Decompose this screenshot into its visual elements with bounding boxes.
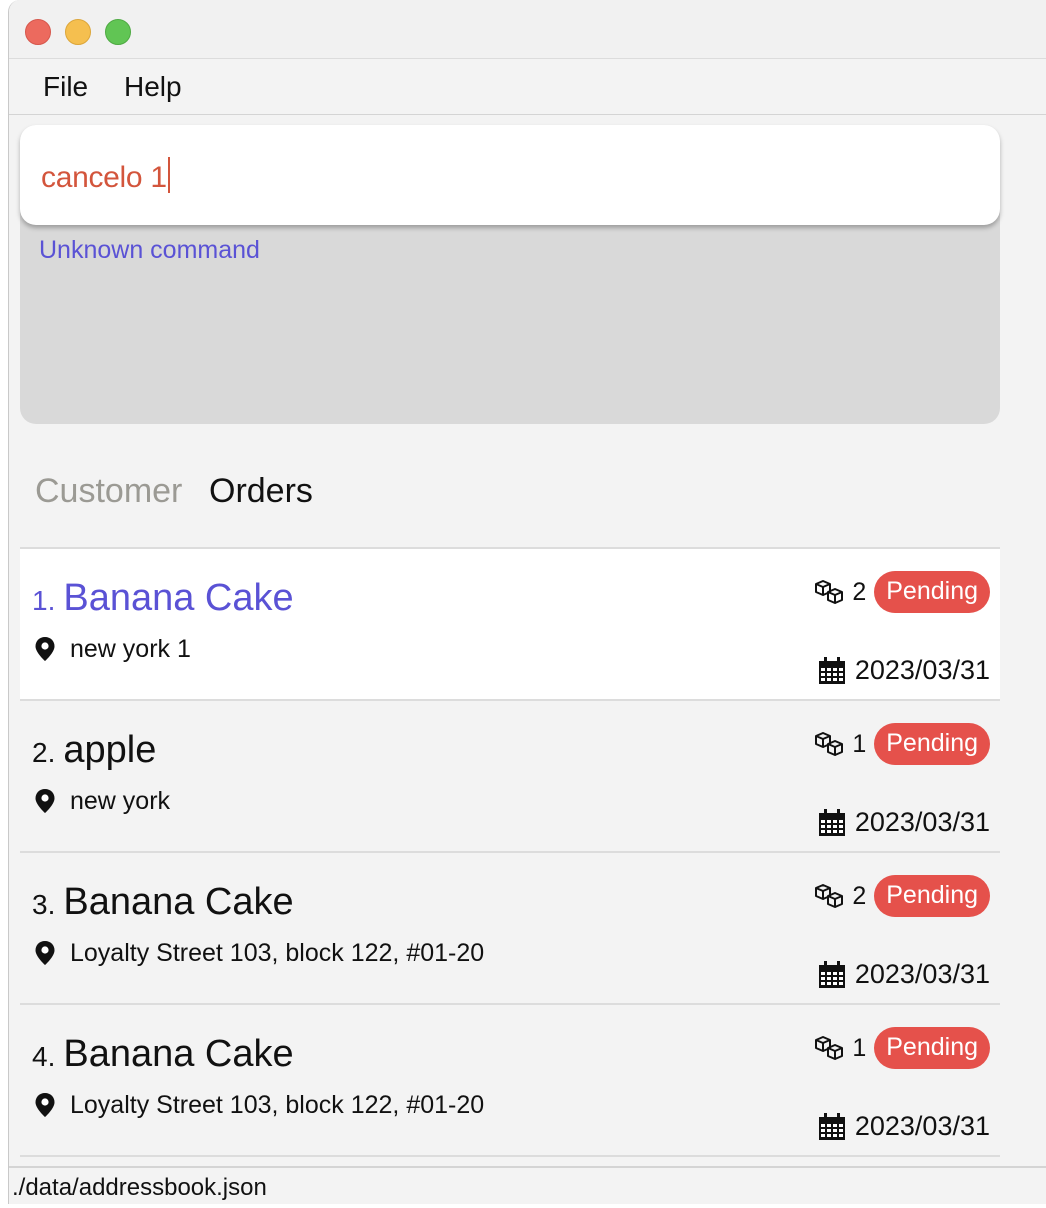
order-date: 2023/03/31 — [854, 1111, 990, 1141]
order-index: 3. — [32, 889, 56, 920]
order-address: Loyalty Street 103, block 122, #01-20 — [70, 1091, 485, 1119]
window-edge — [0, 1204, 1046, 1208]
order-address-row: new york — [34, 787, 170, 816]
order-index: 4. — [32, 1041, 56, 1072]
tab-orders[interactable]: Orders — [209, 472, 313, 511]
status-badge: Pending — [874, 875, 990, 917]
calendar-icon — [818, 808, 845, 836]
order-title: 2. apple — [32, 729, 156, 772]
order-name: Banana Cake — [63, 577, 294, 619]
status-badge: Pending — [874, 723, 990, 765]
order-date: 2023/03/31 — [854, 655, 990, 685]
order-name: Banana Cake — [63, 881, 294, 923]
order-address: new york — [70, 787, 171, 815]
order-index: 2. — [32, 737, 56, 768]
title-bar — [9, 0, 1046, 59]
order-date: 2023/03/31 — [854, 959, 990, 989]
order-address-row: Loyalty Street 103, block 122, #01-20 — [34, 939, 484, 968]
close-window-icon[interactable] — [25, 19, 51, 45]
maximize-window-icon[interactable] — [105, 19, 131, 45]
order-name: apple — [63, 729, 157, 771]
order-card[interactable]: 1. Banana Cake new york 1 2 Pending 2023… — [20, 549, 1000, 701]
tab-customer[interactable]: Customer — [35, 472, 182, 511]
order-date-row: 2023/03/31 — [817, 1111, 990, 1142]
command-panel: cancelo 1 Unknown command — [20, 125, 1000, 424]
data-file-path: ./data/addressbook.json — [12, 1174, 267, 1201]
command-input-text: cancelo 1 — [41, 157, 170, 195]
order-address-row: Loyalty Street 103, block 122, #01-20 — [34, 1091, 484, 1120]
command-input[interactable]: cancelo 1 — [20, 125, 1000, 225]
boxes-icon — [815, 580, 844, 604]
calendar-icon — [818, 1112, 845, 1140]
order-card[interactable]: 2. apple new york 1 Pending 2023/03/31 — [20, 701, 1000, 853]
order-quantity-row: 1 Pending — [814, 722, 990, 766]
order-date-row: 2023/03/31 — [817, 959, 990, 990]
order-address: new york 1 — [70, 635, 191, 663]
order-list[interactable]: 1. Banana Cake new york 1 2 Pending 2023… — [20, 547, 1000, 1157]
location-pin-icon — [35, 1093, 55, 1117]
location-pin-icon — [35, 941, 55, 965]
order-title: 3. Banana Cake — [32, 881, 294, 924]
boxes-icon — [815, 1036, 844, 1060]
order-quantity-row: 2 Pending — [814, 874, 990, 918]
text-caret — [167, 157, 170, 193]
location-pin-icon — [35, 637, 55, 661]
minimize-window-icon[interactable] — [65, 19, 91, 45]
order-card[interactable]: 4. Banana Cake Loyalty Street 103, block … — [20, 1005, 1000, 1157]
status-badge: Pending — [874, 1027, 990, 1069]
menu-bar: File Help — [9, 59, 1046, 115]
boxes-icon — [815, 884, 844, 908]
order-index: 1. — [32, 585, 56, 616]
order-date-row: 2023/03/31 — [817, 655, 990, 686]
location-pin-icon — [35, 789, 55, 813]
order-quantity: 2 — [852, 881, 867, 910]
status-badge: Pending — [874, 571, 990, 613]
order-quantity-row: 2 Pending — [814, 570, 990, 614]
order-card[interactable]: 3. Banana Cake Loyalty Street 103, block … — [20, 853, 1000, 1005]
order-quantity: 2 — [852, 577, 867, 606]
menu-file[interactable]: File — [43, 71, 88, 103]
order-quantity: 1 — [852, 729, 867, 758]
result-message: Unknown command — [39, 236, 260, 264]
boxes-icon — [815, 732, 844, 756]
order-address: Loyalty Street 103, block 122, #01-20 — [70, 939, 485, 967]
order-address-row: new york 1 — [34, 635, 191, 664]
order-title: 1. Banana Cake — [32, 577, 294, 620]
calendar-icon — [818, 656, 845, 684]
status-bar: ./data/addressbook.json — [9, 1166, 1046, 1204]
order-name: Banana Cake — [63, 1033, 294, 1075]
order-date-row: 2023/03/31 — [817, 807, 990, 838]
order-quantity: 1 — [852, 1033, 867, 1062]
app-window: File Help cancelo 1 Unknown command Cust… — [8, 0, 1046, 1204]
order-date: 2023/03/31 — [854, 807, 990, 837]
calendar-icon — [818, 960, 845, 988]
menu-help[interactable]: Help — [124, 71, 182, 103]
order-quantity-row: 1 Pending — [814, 1026, 990, 1070]
order-title: 4. Banana Cake — [32, 1033, 294, 1076]
